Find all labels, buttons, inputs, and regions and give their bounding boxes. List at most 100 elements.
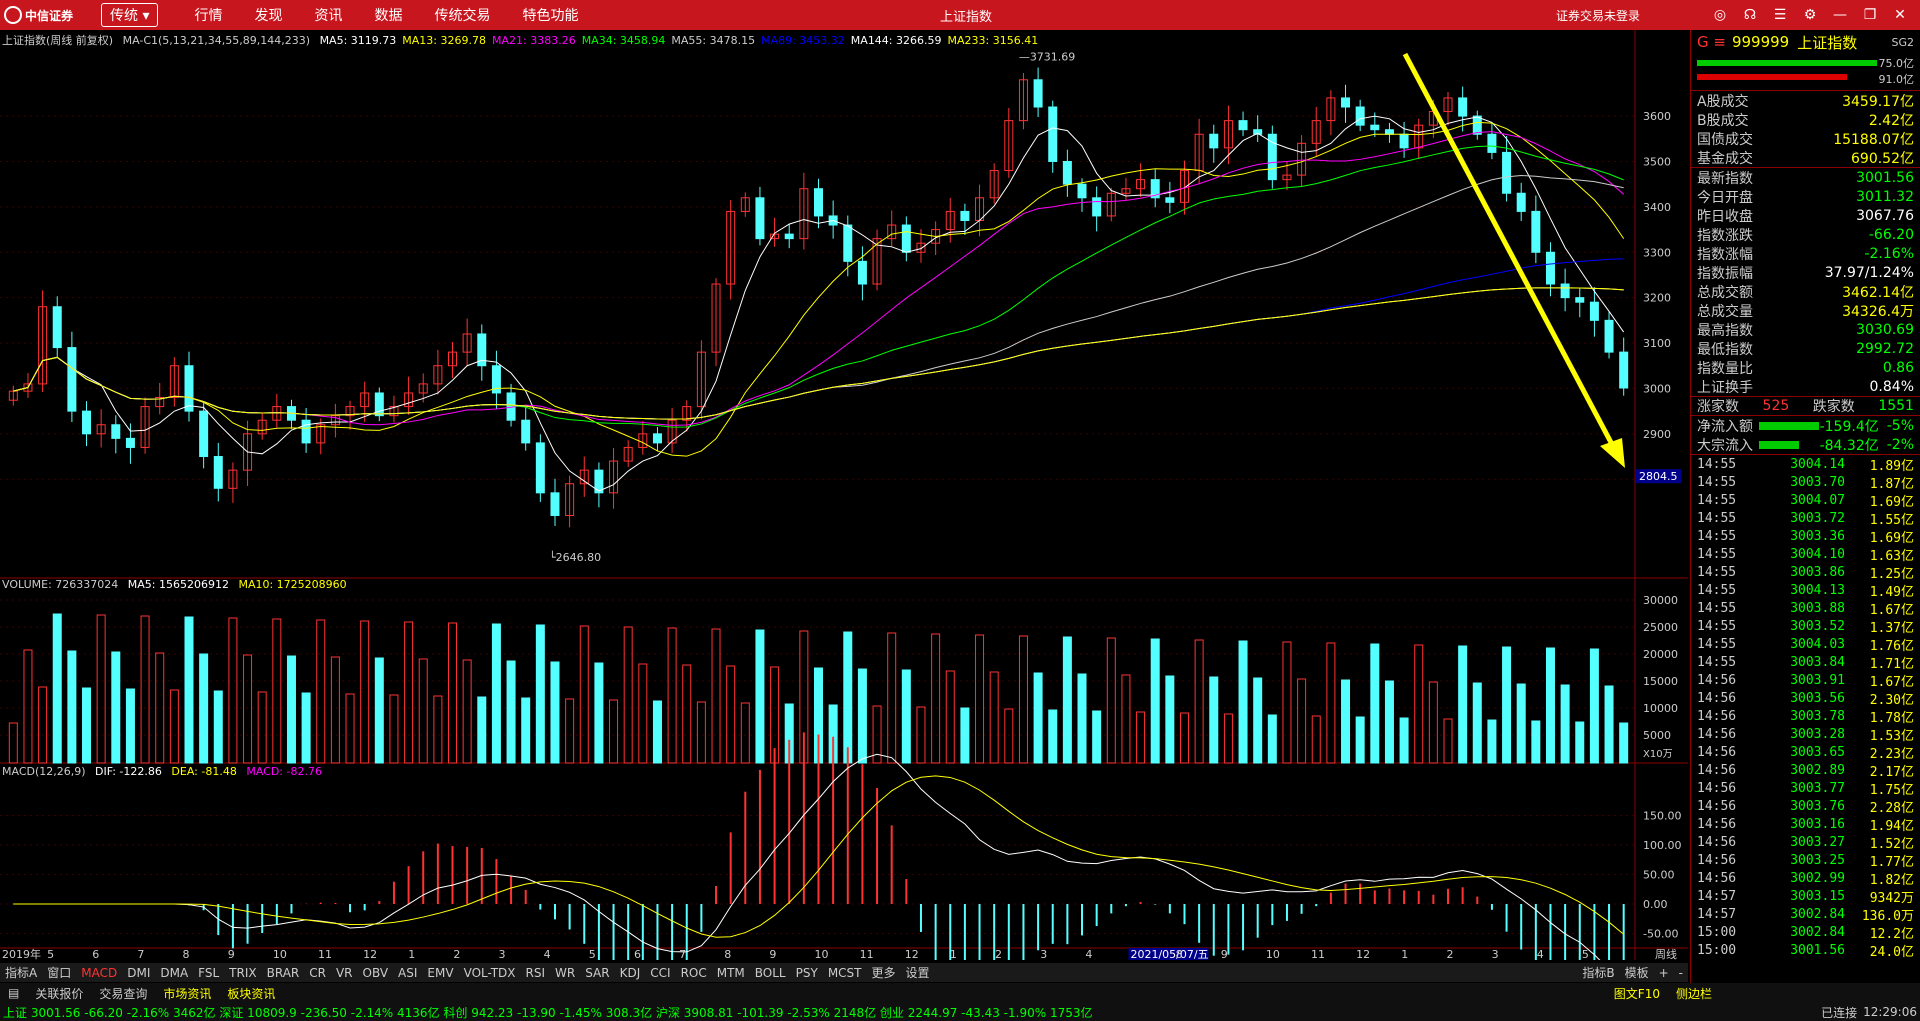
volume-bar	[535, 624, 545, 764]
status-link-quote[interactable]: 关联报价	[27, 985, 91, 1002]
time-axis-label: 7	[679, 948, 686, 960]
indicator-tab-emv[interactable]: EMV	[422, 966, 458, 980]
tick-price: 3003.52	[1790, 618, 1845, 634]
quote-row-label: 指数涨幅	[1697, 246, 1753, 263]
candle-body	[213, 456, 223, 489]
indicator-tab-trix[interactable]: TRIX	[224, 966, 261, 980]
topnav-item-0[interactable]: 行情	[194, 5, 222, 25]
indicator-right-1[interactable]: 模板	[1620, 964, 1654, 981]
mode-dropdown[interactable]: 传统 ▾	[101, 3, 159, 27]
headset-icon[interactable]: ☊	[1740, 5, 1760, 25]
volume-bar	[1341, 679, 1351, 764]
volume-bar	[1238, 640, 1248, 764]
topnav-item-4[interactable]: 传统交易	[434, 5, 490, 25]
tick-time: 14:55	[1697, 582, 1737, 598]
indicator-tab-macd[interactable]: MACD	[76, 966, 122, 980]
flow-row: 净流入额 -159.4亿 -5%	[1691, 416, 1920, 435]
candle-body	[901, 224, 911, 253]
stock-tag[interactable]: SG2	[1891, 36, 1914, 49]
indicator-tab-obv[interactable]: OBV	[358, 966, 394, 980]
volume-bar	[755, 629, 765, 764]
indicator-tab-cci[interactable]: CCI	[645, 966, 675, 980]
indicator-tab-wr[interactable]: WR	[550, 966, 580, 980]
time-axis-label: 2	[1446, 948, 1453, 960]
topnav-item-1[interactable]: 发现	[254, 5, 282, 25]
indicator-tab-cr[interactable]: CR	[304, 966, 331, 980]
indicator-tab-指标a[interactable]: 指标A	[0, 964, 42, 981]
indicator-tab-mcst[interactable]: MCST	[823, 966, 867, 980]
topnav-item-2[interactable]: 资讯	[314, 5, 342, 25]
status-link-trade[interactable]: 交易查询	[91, 985, 155, 1002]
tick-time: 14:56	[1697, 834, 1737, 850]
tick-price: 3002.84	[1790, 906, 1845, 922]
volume-stats: A股成交 3459.17亿 B股成交 2.42亿 国债成交 15188.07亿 基金成交 69…	[1691, 90, 1920, 167]
restore-icon[interactable]: ❐	[1860, 5, 1880, 25]
indicator-tab-vol-tdx[interactable]: VOL-TDX	[459, 966, 521, 980]
tick-list[interactable]: 14:55 3004.14 1.89亿 14:55 3003.70 1.87亿 14:55 3…	[1691, 454, 1920, 960]
time-axis-label: 11	[318, 948, 332, 960]
time-axis-label: 6	[92, 948, 99, 960]
volume-bar	[1545, 647, 1555, 764]
indicator-tab-fsl[interactable]: FSL	[193, 966, 224, 980]
status-link-news[interactable]: 市场资讯	[155, 985, 219, 1002]
kline-chart-svg[interactable]: 360035003400330032003100300029002800—373…	[0, 30, 1688, 960]
period-label[interactable]: 周线	[1655, 947, 1677, 960]
quote-row: B股成交 2.42亿	[1691, 110, 1920, 129]
quote-row: 指数涨幅 -2.16%	[1691, 244, 1920, 263]
quote-row-value: 3011.32	[1856, 188, 1914, 205]
login-status[interactable]: 证券交易未登录	[1556, 7, 1640, 24]
sidebar-link[interactable]: 侧边栏	[1668, 985, 1720, 1002]
volume-bar	[140, 615, 150, 764]
indicator-tab-roc[interactable]: ROC	[676, 966, 712, 980]
f10-link[interactable]: 图文F10	[1606, 985, 1668, 1002]
top-navigation: 行情 发现 资讯 数据 传统交易 特色功能	[178, 5, 594, 25]
indicator-tab-psy[interactable]: PSY	[791, 966, 823, 980]
volume-bar	[887, 632, 897, 764]
tick-row: 14:55 3003.70 1.87亿	[1691, 473, 1920, 492]
indicator-tab-kdj[interactable]: KDJ	[615, 966, 646, 980]
indicator-tab-更多[interactable]: 更多	[867, 964, 901, 981]
macd-axis-label: 100.00	[1643, 839, 1682, 852]
volume-bar	[1106, 637, 1116, 764]
status-link-sector[interactable]: 板块资讯	[219, 985, 283, 1002]
indicator-tab-设置[interactable]: 设置	[901, 964, 935, 981]
window-controls: ◎ ☊ ☰ ⚙ — ❐ ✕	[1710, 5, 1910, 25]
quote-row-label: 指数振幅	[1697, 265, 1753, 282]
indicator-tab-rsi[interactable]: RSI	[521, 966, 551, 980]
indicator-tab-asi[interactable]: ASI	[393, 966, 422, 980]
indicator-tab-窗口[interactable]: 窗口	[42, 964, 76, 981]
indicator-right-3[interactable]: -	[1674, 966, 1688, 980]
close-icon[interactable]: ✕	[1890, 5, 1910, 25]
candle-body	[1033, 79, 1043, 108]
volume-bar	[638, 663, 648, 764]
indicator-tab-mtm[interactable]: MTM	[712, 966, 750, 980]
indicator-tab-dma[interactable]: DMA	[155, 966, 193, 980]
candle-body	[814, 188, 823, 217]
status-toggle-icon[interactable]: ▤	[0, 986, 27, 1000]
indicator-right-0[interactable]: 指标B	[1577, 964, 1619, 981]
volume-bar	[213, 690, 223, 764]
indicator-tab-dmi[interactable]: DMI	[122, 966, 155, 980]
ma-params-label[interactable]: MA-C1(5,13,21,34,55,89,144,233)	[123, 34, 310, 47]
indicator-tab-brar[interactable]: BRAR	[262, 966, 305, 980]
indicator-right-2[interactable]: +	[1654, 966, 1674, 980]
list-icon[interactable]: ☰	[1770, 5, 1790, 25]
indicator-tab-sar[interactable]: SAR	[580, 966, 614, 980]
indicator-tab-boll[interactable]: BOLL	[750, 966, 791, 980]
service-icon[interactable]: ◎	[1710, 5, 1730, 25]
volume-bar	[96, 614, 106, 764]
indicator-tab-vr[interactable]: VR	[331, 966, 358, 980]
time-axis-label: 2021/05/07/五	[1130, 948, 1208, 960]
kline-chart-area[interactable]: 360035003400330032003100300029002800—373…	[0, 30, 1688, 960]
quote-row-label: 总成交额	[1697, 284, 1753, 301]
quote-flag: G ≡	[1697, 33, 1726, 51]
minimize-icon[interactable]: —	[1830, 5, 1850, 25]
topnav-item-3[interactable]: 数据	[374, 5, 402, 25]
candle-body	[125, 437, 135, 448]
time-axis-label: 6	[634, 948, 641, 960]
topnav-item-5[interactable]: 特色功能	[522, 5, 578, 25]
candle-body	[1502, 151, 1512, 194]
trend-arrow-head	[1600, 438, 1625, 468]
advance-decline: 涨家数 525 跌家数 1551	[1691, 396, 1920, 415]
settings-icon[interactable]: ⚙	[1800, 5, 1820, 25]
